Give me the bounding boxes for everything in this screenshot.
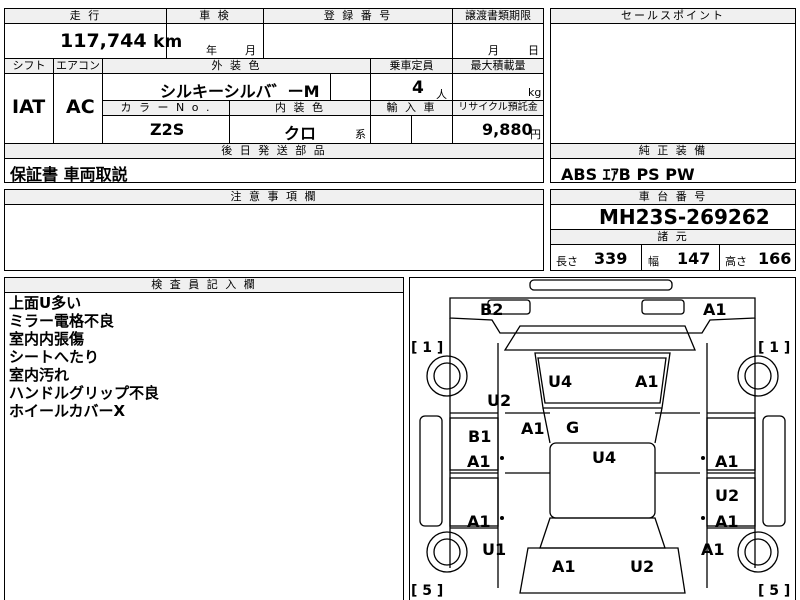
bracket-right-bottom: [ 5 ]	[758, 583, 791, 599]
mark-b1-left: B1	[468, 427, 492, 446]
mark-u2-right-rear-door: U2	[715, 486, 740, 505]
chassis-header: 車 台 番 号	[550, 189, 796, 205]
mark-a1-right-rear-door: A1	[715, 512, 739, 531]
transfer-month-label: 月	[488, 44, 499, 57]
sales-point-header: セールスポイント	[550, 8, 796, 24]
mark-u4-roof: U4	[592, 448, 617, 467]
inspection-header: 車 検	[166, 8, 264, 24]
registration-header: 登 録 番 号	[263, 8, 453, 24]
inspector-line: シートへたり	[9, 348, 100, 366]
interior-color-header: 内 装 色	[229, 100, 371, 116]
mileage-value: 117,744 km	[60, 30, 182, 52]
mark-a1-windshield: A1	[521, 419, 545, 438]
capacity-value: 4	[412, 78, 424, 98]
height-value: 166	[758, 249, 792, 268]
mark-a1-rear: A1	[552, 557, 576, 576]
import-cell-left	[370, 115, 412, 144]
mark-a1-left-front-door: A1	[467, 452, 491, 471]
mark-a1-right-rear: A1	[701, 540, 725, 559]
transfer-header: 譲渡書類期限	[452, 8, 544, 24]
import-header: 輸 入 車	[370, 100, 453, 116]
max-load-unit: kg	[528, 86, 542, 99]
length-label: 長さ	[556, 255, 578, 268]
bracket-left-top: [ 1 ]	[411, 340, 444, 356]
inspector-line: ハンドルグリップ不良	[9, 384, 160, 402]
inspector-line: 室内汚れ	[9, 366, 70, 384]
inspector-line: ホイールカバーX	[9, 402, 126, 420]
recycle-unit: 円	[530, 128, 541, 141]
height-label: 高さ	[725, 255, 747, 268]
inspector-lines: 上面U多い ミラー電格不良 室内内張傷 シートへたり 室内汚れ ハンドルグリップ…	[9, 294, 159, 420]
equipment-header: 純 正 装 備	[550, 143, 796, 159]
interior-color-suffix: 系	[355, 128, 366, 141]
shift-value: IAT	[12, 96, 46, 118]
mark-b2: B2	[480, 300, 504, 319]
recycle-value: 9,880	[482, 120, 533, 139]
mark-g-windshield: G	[566, 418, 580, 437]
mark-a1-left-rear-door: A1	[467, 512, 491, 531]
dimensions-header: 諸 元	[550, 229, 796, 245]
interior-color-value: クロ	[284, 124, 317, 143]
equipment-value: ABS ｴｱB PS PW	[561, 165, 695, 184]
parts-header: 後 日 発 送 部 品	[4, 143, 544, 159]
inspection-year-label: 年	[206, 44, 217, 57]
sales-point-block	[550, 8, 796, 144]
width-value: 147	[677, 249, 711, 268]
aircon-value: AC	[66, 96, 95, 118]
notes-header: 注 意 事 項 欄	[4, 189, 544, 205]
chassis-value: MH23S-269262	[599, 205, 770, 229]
mileage-header: 走 行	[4, 8, 167, 24]
inspector-line: 室内内張傷	[9, 330, 85, 348]
capacity-header: 乗車定員	[370, 58, 453, 74]
inspector-header: 検 査 員 記 入 欄	[4, 277, 404, 293]
inspector-line: 上面U多い	[9, 294, 82, 312]
mileage-number: 117,744	[60, 30, 147, 52]
mark-u1-left-rear: U1	[482, 540, 507, 559]
mark-u2-rear: U2	[630, 557, 655, 576]
mark-u2-left: U2	[487, 391, 512, 410]
mark-u4-front: U4	[548, 372, 573, 391]
inspector-line: ミラー電格不良	[9, 312, 115, 330]
aircon-header: エアコン	[53, 58, 103, 74]
exterior-color-value: シルキーシルバ゛ーM	[160, 82, 320, 101]
color-no-value: Z2S	[150, 120, 185, 139]
import-cell-right	[411, 115, 453, 144]
mark-a1-right-front-door: A1	[715, 452, 739, 471]
exterior-color-extra	[330, 73, 371, 101]
inspection-month-label: 月	[245, 44, 256, 57]
max-load-header: 最大積載量	[452, 58, 544, 74]
color-no-header: カ ラ ー N o .	[102, 100, 230, 116]
parts-value: 保証書 車両取説	[10, 165, 128, 184]
bracket-right-top: [ 1 ]	[758, 340, 791, 356]
length-value: 339	[594, 249, 628, 268]
mark-a1-top-right: A1	[703, 300, 727, 319]
transfer-day-label: 日	[528, 44, 539, 57]
width-label: 幅	[648, 255, 659, 268]
bracket-left-bottom: [ 5 ]	[411, 583, 444, 599]
exterior-color-header: 外 装 色	[102, 58, 371, 74]
mark-a1-front-right: A1	[635, 372, 659, 391]
shift-header: シフト	[4, 58, 54, 74]
recycle-header: リサイクル預託金	[452, 100, 544, 116]
